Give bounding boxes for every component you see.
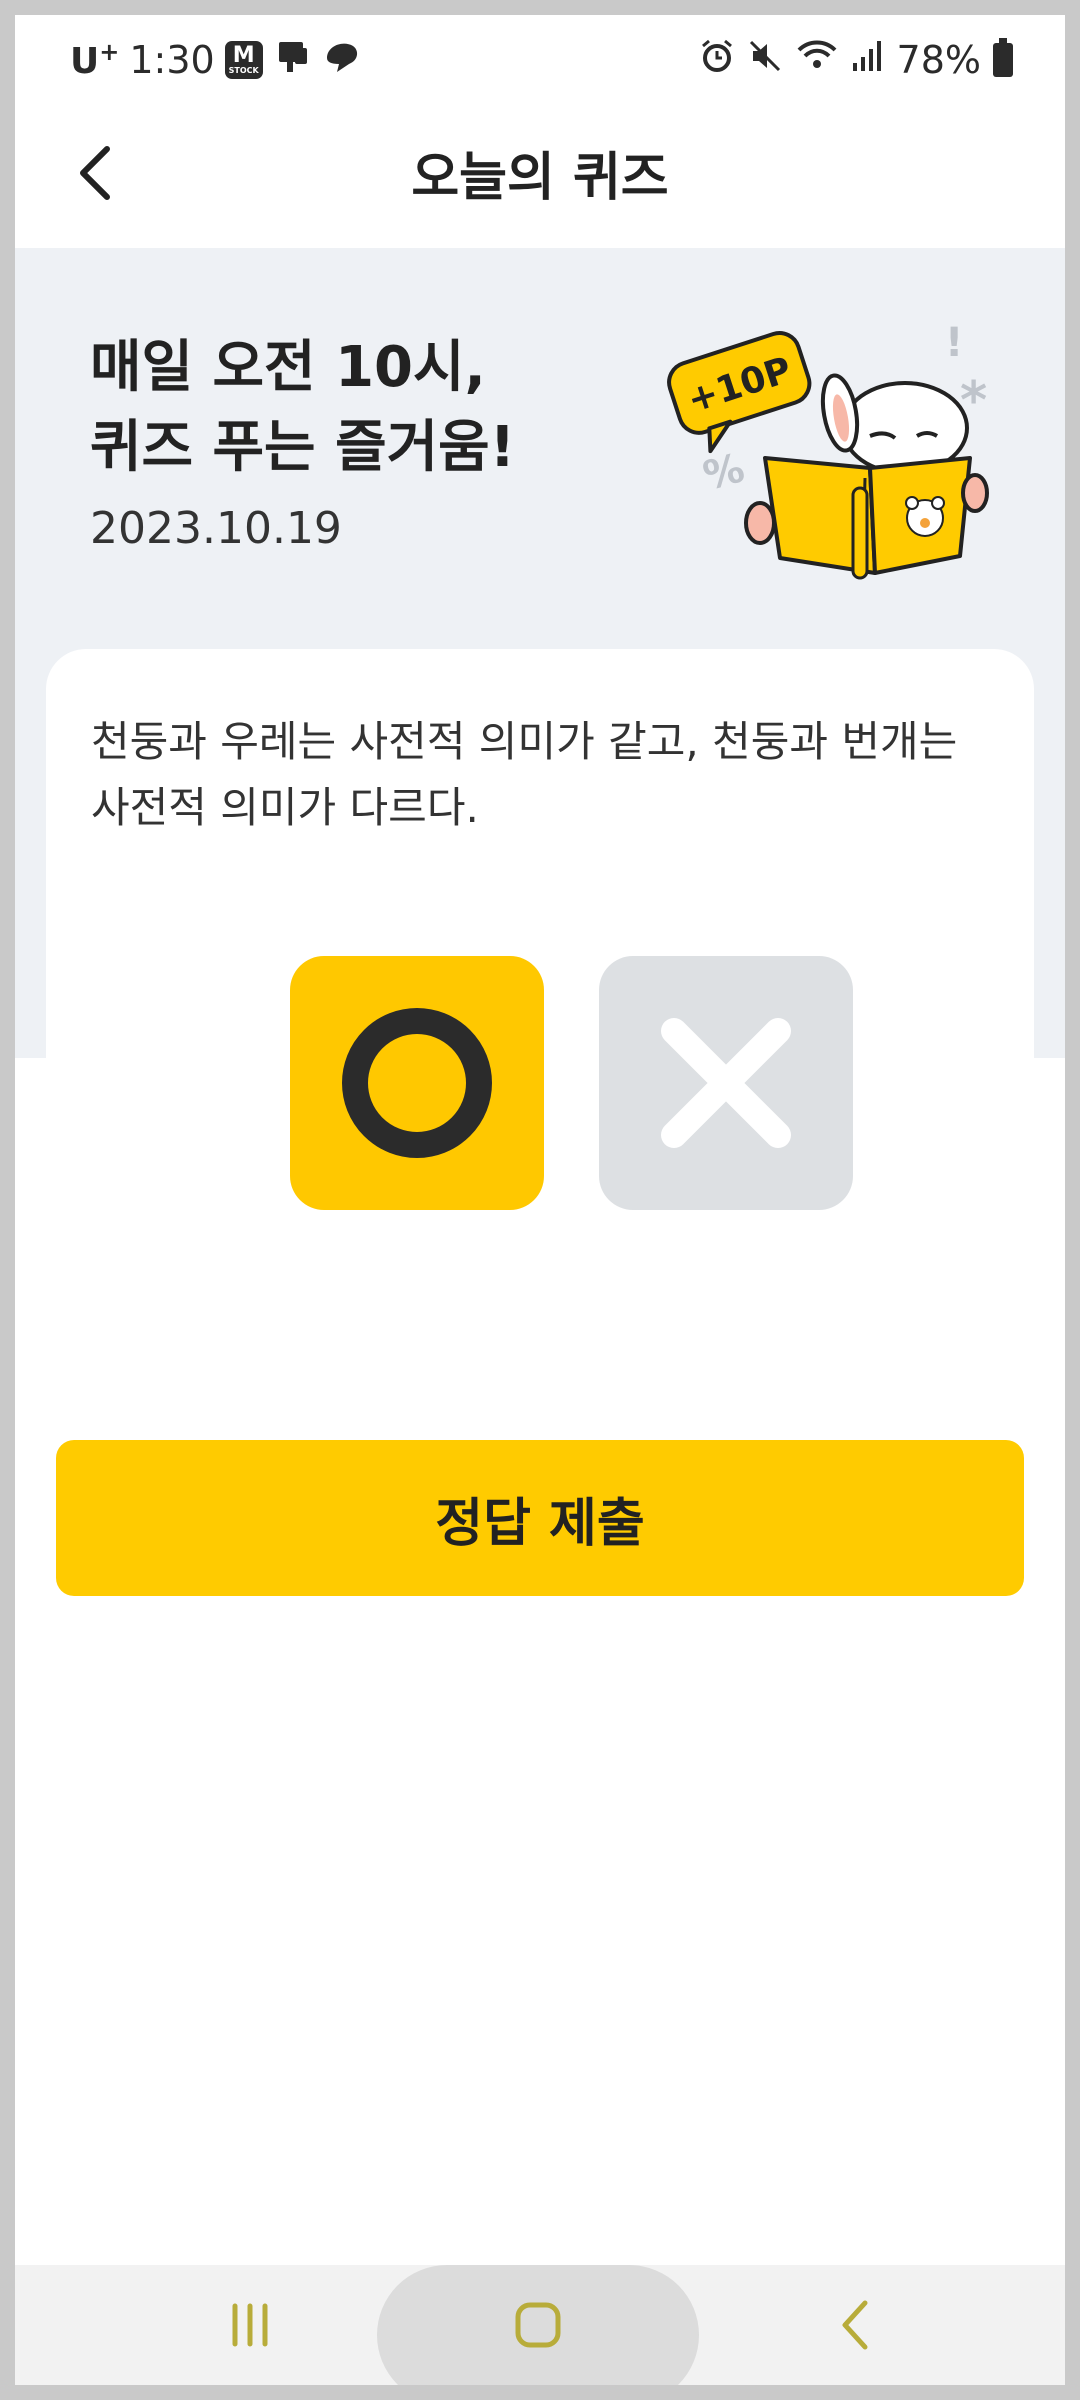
status-left: U+ 1:30 M STOCK (70, 35, 363, 85)
page-title: 오늘의 퀴즈 (411, 148, 669, 208)
quiz-date: 2023.10.19 (90, 503, 342, 554)
home-button[interactable] (488, 2285, 588, 2365)
headline-line-2: 퀴즈 푸는 즐거움! (90, 415, 516, 480)
alarm-icon (699, 38, 735, 83)
signal-icon (851, 38, 885, 82)
nav-back-button[interactable] (805, 2285, 905, 2365)
stock-app-icon: M STOCK (224, 41, 263, 79)
circle-icon (342, 1008, 492, 1158)
chat-icon (323, 36, 363, 85)
wifi-icon (795, 38, 839, 83)
answer-x-button[interactable] (599, 956, 853, 1210)
quiz-question: 천둥과 우레는 사전적 의미가 같고, 천둥과 번개는 사전적 의미가 다르다. (91, 717, 958, 832)
svg-text:%: % (699, 445, 750, 500)
cross-icon (661, 1018, 791, 1148)
app-header: 오늘의 퀴즈 (15, 95, 1065, 248)
back-icon (842, 2300, 868, 2350)
banner-headline: 매일 오전 10시, 퀴즈 푸는 즐거움! (90, 328, 515, 488)
status-time: 1:30 (129, 38, 215, 82)
submit-answer-button[interactable]: 정답 제출 (56, 1440, 1024, 1596)
screen-icon (273, 36, 313, 85)
home-icon (515, 2302, 561, 2348)
carrier-label: U+ (70, 38, 120, 82)
status-bar: U+ 1:30 M STOCK 78% (15, 15, 1065, 95)
headline-line-1: 매일 오전 10시, (90, 335, 486, 400)
system-nav-bar (15, 2265, 1065, 2385)
app-screen: U+ 1:30 M STOCK 78% 오늘의 퀴즈 매일 오전 10시, 퀴즈… (15, 15, 1065, 2385)
rabbit-reading-illustration: +10P ! * % (667, 320, 989, 580)
quiz-card: 천둥과 우레는 사전적 의미가 같고, 천둥과 번개는 사전적 의미가 다르다. (46, 649, 1034, 1210)
battery-percent: 78% (896, 38, 981, 82)
answer-o-button[interactable] (290, 956, 544, 1210)
recent-apps-button[interactable] (200, 2285, 300, 2365)
mute-icon (747, 38, 783, 83)
recent-apps-icon (232, 2303, 268, 2347)
battery-icon (993, 38, 1013, 77)
status-right: 78% (699, 35, 1013, 85)
svg-text:!: ! (945, 320, 963, 366)
